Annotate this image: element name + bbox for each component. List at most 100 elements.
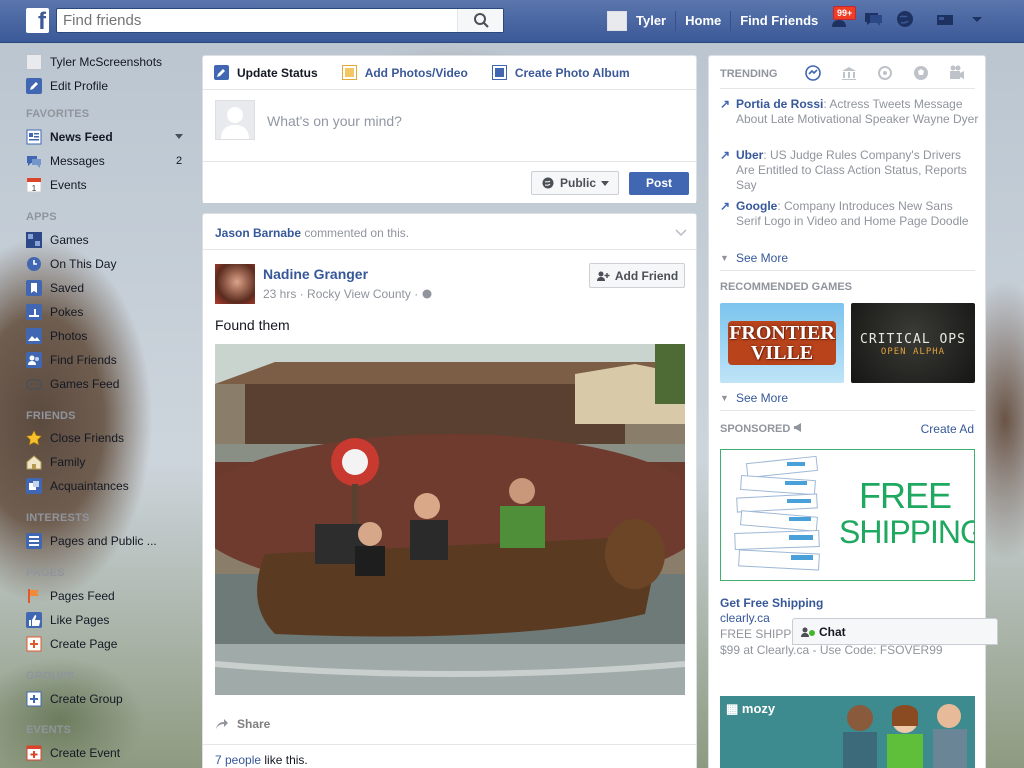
likes-link[interactable]: 7 people [215, 753, 261, 767]
sidebar-label: News Feed [50, 130, 113, 144]
post-location[interactable]: Rocky View County [307, 287, 411, 301]
sidebar-item-games[interactable]: Games [26, 230, 89, 250]
tab-update-status[interactable]: Update Status [214, 65, 318, 80]
search-button[interactable] [457, 9, 503, 32]
sidebar-label: On This Day [50, 257, 117, 271]
people-illustration [843, 704, 967, 768]
contact-lens-boxes-illustration [734, 455, 820, 571]
trending-see-more[interactable]: ▼ See More [720, 251, 788, 265]
games-see-more[interactable]: ▼ See More [720, 391, 788, 405]
recommended-games-header: RECOMMENDED GAMES [720, 281, 853, 293]
likes-summary: 7 people like this. [203, 744, 696, 768]
calendar-icon: 1 [26, 177, 42, 193]
privacy-shortcuts-icon[interactable] [934, 8, 956, 30]
trending-top-icon[interactable] [804, 64, 822, 82]
sidebar-item-close-friends[interactable]: Close Friends [26, 428, 124, 448]
sidebar-item-games-feed[interactable]: Games Feed [26, 374, 119, 394]
author-name-link[interactable]: Nadine Granger [263, 266, 368, 282]
sidebar-label: Photos [50, 329, 88, 343]
sidebar-item-pokes[interactable]: Pokes [26, 302, 83, 322]
trending-item[interactable]: ↗ Uber: US Judge Rules Company's Drivers … [720, 148, 980, 193]
messages-icon[interactable] [862, 8, 884, 30]
sidebar-item-find-friends[interactable]: Find Friends [26, 350, 117, 370]
author-avatar[interactable] [215, 264, 255, 304]
tab-add-photos-video[interactable]: Add Photos/Video [341, 65, 468, 80]
game-frontierville[interactable]: FRONTIER VILLE [720, 303, 844, 383]
trending-item[interactable]: ↗ Portia de Rossi: Actress Tweets Message… [720, 97, 980, 127]
messages-icon [26, 153, 42, 169]
trending-item[interactable]: ↗ Google: Company Introduces New Sans Ser… [720, 199, 980, 229]
ad-domain[interactable]: clearly.ca [720, 611, 770, 625]
sidebar-item-like-pages[interactable]: Like Pages [26, 610, 109, 630]
sidebar-item-family[interactable]: Family [26, 452, 85, 472]
find-friends-link[interactable]: Find Friends [731, 10, 827, 32]
search-box [56, 8, 504, 33]
chat-label: Chat [819, 624, 846, 639]
news-feed-options-icon[interactable] [175, 134, 183, 140]
sidebar-item-pages-and-public-figures[interactable]: Pages and Public ... [26, 531, 157, 551]
science-icon[interactable] [876, 64, 894, 82]
privacy-selector[interactable]: Public [531, 171, 619, 195]
post-text: Found them [215, 317, 290, 333]
ad-image-free-shipping[interactable]: FREE SHIPPING [720, 449, 975, 581]
notifications-globe-icon[interactable] [894, 8, 916, 30]
trending-topic[interactable]: Portia de Rossi [736, 97, 823, 111]
post-photo[interactable] [215, 344, 685, 695]
sidebar-item-events[interactable]: 1 Events [26, 175, 87, 195]
profile-link[interactable]: Tyler [627, 10, 675, 32]
story-header: Jason Barnabe commented on this. [203, 214, 696, 250]
privacy-label: Public [560, 176, 597, 190]
home-link[interactable]: Home [676, 10, 730, 32]
add-friend-label: Add Friend [614, 268, 679, 283]
share-icon [216, 719, 228, 729]
chevron-down-icon[interactable] [675, 229, 687, 237]
entertainment-icon[interactable] [948, 64, 966, 82]
trending-topic[interactable]: Google [736, 199, 777, 213]
story-actor-link[interactable]: Jason Barnabe [215, 226, 301, 240]
sidebar-label: Close Friends [50, 431, 125, 445]
sidebar-item-acquaintances[interactable]: Acquaintances [26, 476, 129, 496]
trending-topic[interactable]: Uber [736, 148, 763, 162]
user-avatar[interactable] [607, 11, 627, 31]
add-friend-button[interactable]: Add Friend [589, 263, 685, 288]
chat-bar[interactable]: Chat [792, 618, 998, 645]
ad-image-mozy[interactable]: ▦ mozy [720, 696, 975, 768]
tab-create-photo-album[interactable]: Create Photo Album [491, 65, 630, 80]
sidebar-item-create-page[interactable]: Create Page [26, 634, 117, 654]
facebook-logo[interactable]: f [26, 8, 49, 33]
game-critical-ops[interactable]: CRITICAL OPS OPEN ALPHA [851, 303, 975, 383]
settings-dropdown-icon[interactable] [966, 8, 988, 30]
politics-icon[interactable] [840, 64, 858, 82]
post-button[interactable]: Post [629, 172, 689, 195]
sidebar-item-pages-feed[interactable]: Pages Feed [26, 586, 115, 606]
sidebar-item-saved[interactable]: Saved [26, 278, 84, 298]
create-ad-link[interactable]: Create Ad [921, 422, 974, 436]
trending-headline: : US Judge Rules Company's Drivers Are E… [736, 148, 967, 192]
sidebar-item-create-event[interactable]: Create Event [26, 743, 120, 763]
friends-header: FRIENDS [26, 410, 76, 422]
share-button[interactable]: Share [215, 717, 270, 731]
sports-icon[interactable] [912, 64, 930, 82]
globe-icon [422, 289, 432, 299]
game-subtitle: OPEN ALPHA [880, 347, 946, 357]
sidebar-item-photos[interactable]: Photos [26, 326, 87, 346]
composer-input[interactable]: What's on your mind? [267, 113, 402, 129]
sidebar-profile[interactable]: Tyler McScreenshots [26, 52, 162, 72]
post-time[interactable]: 23 hrs [263, 287, 296, 301]
default-avatar-icon [221, 107, 249, 139]
create-event-icon [26, 745, 42, 761]
sidebar-item-messages[interactable]: Messages [26, 151, 105, 171]
see-more-label: See More [736, 251, 789, 265]
ad-title-link[interactable]: Get Free Shipping [720, 596, 823, 610]
trending-arrow-icon: ↗ [720, 199, 731, 213]
sidebar-item-create-group[interactable]: Create Group [26, 689, 123, 709]
search-input[interactable] [57, 9, 457, 32]
trending-text: Uber: US Judge Rules Company's Drivers A… [736, 148, 980, 193]
sidebar-item-on-this-day[interactable]: On This Day [26, 254, 116, 274]
sidebar-label: Games [50, 233, 89, 247]
sidebar-edit-profile[interactable]: Edit Profile [26, 76, 108, 96]
sidebar-item-news-feed[interactable]: News Feed [26, 127, 113, 147]
search-icon [474, 13, 489, 28]
sidebar-label: Pokes [50, 305, 84, 319]
trending-arrow-icon: ↗ [720, 148, 731, 162]
